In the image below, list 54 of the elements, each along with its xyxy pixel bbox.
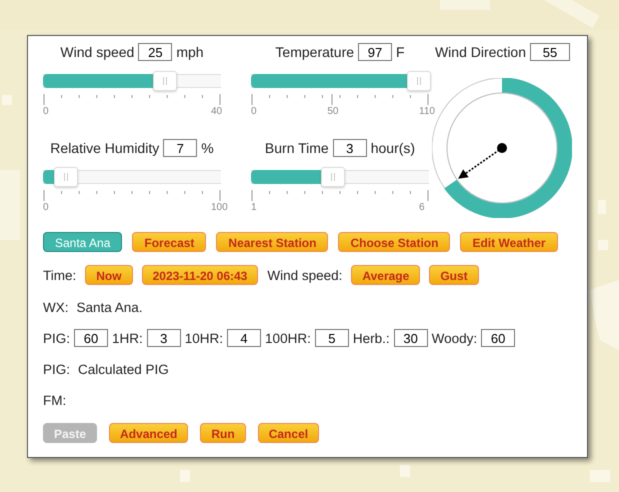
wind-speed-button[interactable]: Gust [429,265,479,285]
action-button[interactable]: Cancel [258,423,320,443]
wind-speed-label: Wind speed: [267,268,342,282]
mode-button[interactable]: Choose Station [338,232,450,252]
tick-label: 6 [419,202,425,213]
value-field[interactable]: 3 [332,139,367,157]
fm-label: FM: [43,392,66,408]
fuel-label: Herb.: [352,330,390,346]
tick-label: 0 [251,106,257,117]
fuel-field[interactable]: 4 [227,329,262,347]
unit-label: hour(s) [370,140,416,156]
tick-label: 0 [43,202,49,213]
tick-label: 0 [43,106,49,117]
action-button[interactable]: Run [200,423,246,443]
fuel-field[interactable]: 5 [314,329,349,347]
pig-value: Calculated PIG [78,362,169,376]
slider-label: Wind Direction [434,44,526,60]
time-button[interactable]: 2023-11-20 06:43 [142,265,258,285]
value-field[interactable]: 25 [138,43,172,61]
wx-label: WX: [43,300,68,314]
unit-label: mph [176,44,204,60]
tick-label: 50 [327,106,338,117]
action-button[interactable]: Advanced [109,423,188,443]
mode-button[interactable]: Nearest Station [216,232,328,252]
value-field[interactable]: 97 [358,43,392,61]
fuel-field[interactable]: 30 [394,329,428,347]
tick-label: 110 [419,106,435,117]
unit-label: % [201,140,214,156]
value-field[interactable]: 7 [163,139,198,157]
fuel-label: Woody: [432,330,478,346]
fuel-label: PIG: [43,330,70,346]
unit-label: F [396,44,405,60]
mode-button[interactable]: Santa Ana [43,232,122,252]
pig-label: PIG: [43,362,70,376]
fuel-field[interactable]: 60 [481,329,516,347]
fuel-label: 1HR: [112,330,143,346]
wx-value: Santa Ana. [76,300,143,314]
value-field[interactable]: 55 [530,43,570,61]
mode-button[interactable]: Forecast [132,232,206,252]
time-label: Time: [43,268,76,282]
fuel-label: 10HR: [184,330,224,346]
tick-label: 100 [211,202,228,213]
slider-label: Temperature [275,44,354,60]
wind-speed-button[interactable]: Average [351,265,420,285]
time-button[interactable]: Now [85,265,133,285]
fuel-label: 100HR: [265,330,311,346]
slider-label: Burn Time [264,140,329,156]
fuel-field[interactable]: 3 [146,329,181,347]
slider-label: Wind speed [60,44,134,60]
fuel-field[interactable]: 60 [74,329,108,347]
slider-label: Relative Humidity [50,140,160,156]
mode-button[interactable]: Edit Weather [460,232,558,252]
tick-label: 1 [251,202,257,213]
tick-label: 40 [211,106,222,117]
